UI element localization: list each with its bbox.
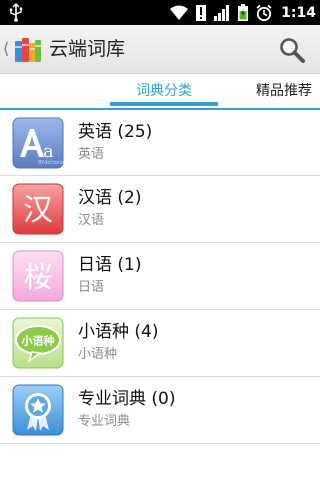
- list-item-title: 汉语 (2): [78, 188, 142, 208]
- svg-text:小语种: 小语种: [21, 334, 55, 348]
- svg-text:a: a: [43, 141, 54, 162]
- list-item-subtitle: 英语: [78, 147, 105, 162]
- list-item-title: 小语种 (4): [78, 322, 159, 342]
- action-bar: ⟨ 云端词库: [0, 25, 320, 74]
- list-item-chinese[interactable]: 汉 汉语 (2) 汉语: [0, 176, 320, 243]
- back-chevron-icon[interactable]: ⟨: [3, 39, 9, 59]
- minor-language-bubble-icon: 小语种: [12, 317, 64, 369]
- english-aa-icon: a BYdictionary: [12, 117, 64, 169]
- list-item-subtitle: 专业词典: [78, 414, 131, 429]
- svg-text:汉: 汉: [23, 193, 53, 228]
- professional-star-badge-icon: [12, 384, 64, 436]
- wifi-icon: [169, 4, 189, 22]
- signal-icon: [213, 4, 231, 22]
- japanese-sakura-icon: 桜: [12, 250, 64, 302]
- chinese-han-icon: 汉: [12, 183, 64, 235]
- list-item-title: 英语 (25): [78, 122, 153, 142]
- status-bar: 1:14: [0, 0, 320, 25]
- tab-featured-recommendations[interactable]: 精品推荐: [256, 82, 312, 100]
- tab-selected-indicator: [110, 102, 218, 106]
- svg-text:BYdictionary: BYdictionary: [38, 160, 64, 166]
- battery-icon: [237, 3, 249, 22]
- list-item-title: 日语 (1): [78, 255, 142, 275]
- list-item-subtitle: 汉语: [78, 213, 105, 228]
- alarm-icon: [255, 4, 273, 22]
- list-item-japanese[interactable]: 桜 日语 (1) 日语: [0, 243, 320, 310]
- list-item-title: 专业词典 (0): [78, 389, 176, 409]
- list-item-subtitle: 日语: [78, 280, 105, 295]
- usb-icon: [8, 3, 24, 22]
- category-list: a BYdictionary 英语 (25) 英语 汉 汉语 (2) 汉语: [0, 110, 320, 444]
- status-time: 1:14: [281, 4, 316, 21]
- tab-dictionary-categories[interactable]: 词典分类: [110, 82, 218, 100]
- page-title: 云端词库: [49, 38, 126, 60]
- tab-bar: 词典分类 精品推荐: [0, 74, 320, 110]
- app-logo-books-icon[interactable]: [14, 36, 42, 64]
- search-icon[interactable]: [278, 36, 306, 64]
- list-item-subtitle: 小语种: [78, 347, 118, 362]
- list-item-professional-dictionaries[interactable]: 专业词典 (0) 专业词典: [0, 377, 320, 444]
- notification-icon: [195, 4, 207, 22]
- list-item-english[interactable]: a BYdictionary 英语 (25) 英语: [0, 110, 320, 176]
- list-item-minor-languages[interactable]: 小语种 小语种 (4) 小语种: [0, 310, 320, 377]
- svg-text:桜: 桜: [23, 260, 52, 294]
